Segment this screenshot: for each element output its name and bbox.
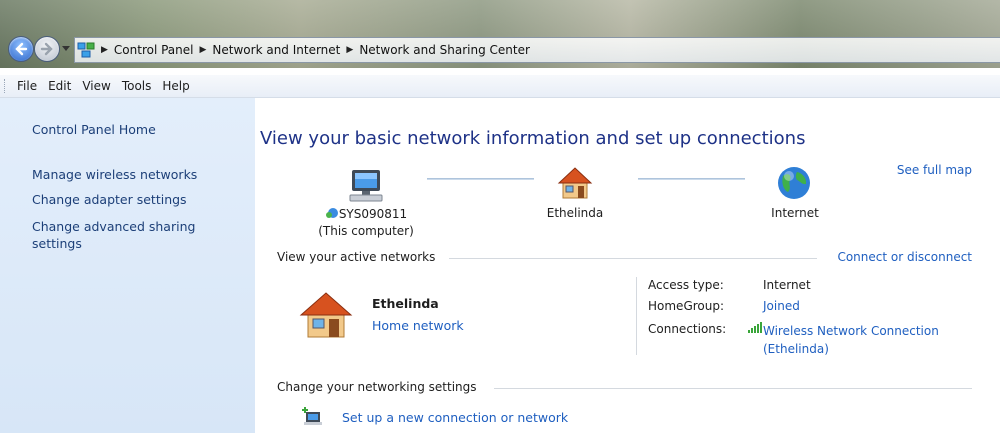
computer-name-label[interactable]: SYS090811 (This computer) — [308, 206, 424, 240]
access-type-value: Internet — [763, 278, 811, 292]
connect-disconnect-link[interactable]: Connect or disconnect — [837, 250, 972, 264]
connection-name: Wireless Network Connection — [763, 324, 939, 338]
house-icon — [299, 292, 353, 338]
menu-grip — [4, 79, 8, 93]
access-type-label: Access type: — [648, 278, 724, 292]
active-network-name: Ethelinda — [372, 296, 439, 311]
new-connection-icon — [302, 407, 322, 425]
connection-ssid: (Ethelinda) — [763, 342, 829, 356]
network-type-link[interactable]: Home network — [372, 318, 464, 333]
map-connection-line — [427, 178, 534, 180]
back-arrow-icon — [15, 42, 28, 56]
signal-bars-icon — [748, 322, 762, 333]
page-title: View your basic network information and … — [260, 128, 806, 149]
sidebar-item-advanced-sharing[interactable]: Change advanced sharing settings — [32, 218, 222, 252]
change-settings-header: Change your networking settings — [277, 380, 477, 394]
setup-new-connection-link[interactable]: Set up a new connection or network — [342, 410, 568, 425]
back-button[interactable] — [8, 36, 34, 62]
menu-edit[interactable]: Edit — [48, 79, 71, 93]
history-dropdown-icon[interactable] — [62, 44, 70, 52]
breadcrumb-network-and-internet[interactable]: Network and Internet — [212, 43, 340, 57]
main-content: View your basic network information and … — [255, 98, 1000, 433]
internet-label[interactable]: Internet — [755, 206, 835, 220]
breadcrumb-separator-icon[interactable]: ▶ — [200, 45, 207, 55]
left-task-pane: Control Panel Home Manage wireless netwo… — [0, 98, 255, 433]
connections-label: Connections: — [648, 322, 727, 336]
breadcrumb-separator-icon[interactable]: ▶ — [101, 45, 108, 55]
computer-sub-label: (This computer) — [318, 224, 414, 238]
section-divider — [494, 388, 972, 389]
network-name-label[interactable]: Ethelinda — [535, 206, 615, 220]
see-full-map-link[interactable]: See full map — [897, 163, 972, 177]
breadcrumb-separator-icon[interactable]: ▶ — [346, 45, 353, 55]
homegroup-link[interactable]: Joined — [763, 299, 800, 313]
section-divider — [449, 258, 817, 259]
menu-help[interactable]: Help — [162, 79, 189, 93]
wireless-connection-link[interactable]: Wireless Network Connection (Ethelinda) — [763, 322, 939, 358]
menu-bar: File Edit View Tools Help — [0, 75, 1000, 98]
address-bar[interactable]: ▶ Control Panel ▶ Network and Internet ▶… — [74, 37, 1000, 63]
map-connection-line — [638, 178, 745, 180]
computer-small-icon — [325, 208, 338, 218]
breadcrumb-network-sharing-center[interactable]: Network and Sharing Center — [359, 43, 530, 57]
computer-name: SYS090811 — [338, 207, 408, 221]
menu-tools[interactable]: Tools — [122, 79, 152, 93]
vertical-divider — [636, 277, 637, 355]
menu-file[interactable]: File — [17, 79, 37, 93]
sidebar-item-control-panel-home[interactable]: Control Panel Home — [32, 121, 242, 138]
breadcrumb-control-panel[interactable]: Control Panel — [114, 43, 194, 57]
forward-arrow-icon — [40, 42, 53, 56]
active-networks-header: View your active networks — [277, 250, 436, 264]
computer-icon[interactable] — [346, 168, 386, 204]
house-icon[interactable] — [556, 164, 594, 202]
menu-view[interactable]: View — [82, 79, 110, 93]
network-folder-icon — [77, 42, 95, 58]
homegroup-label: HomeGroup: — [648, 299, 725, 313]
sidebar-item-adapter-settings[interactable]: Change adapter settings — [32, 191, 242, 208]
forward-button[interactable] — [34, 36, 60, 62]
globe-icon[interactable] — [775, 164, 813, 202]
sidebar-item-manage-wireless[interactable]: Manage wireless networks — [32, 166, 242, 183]
